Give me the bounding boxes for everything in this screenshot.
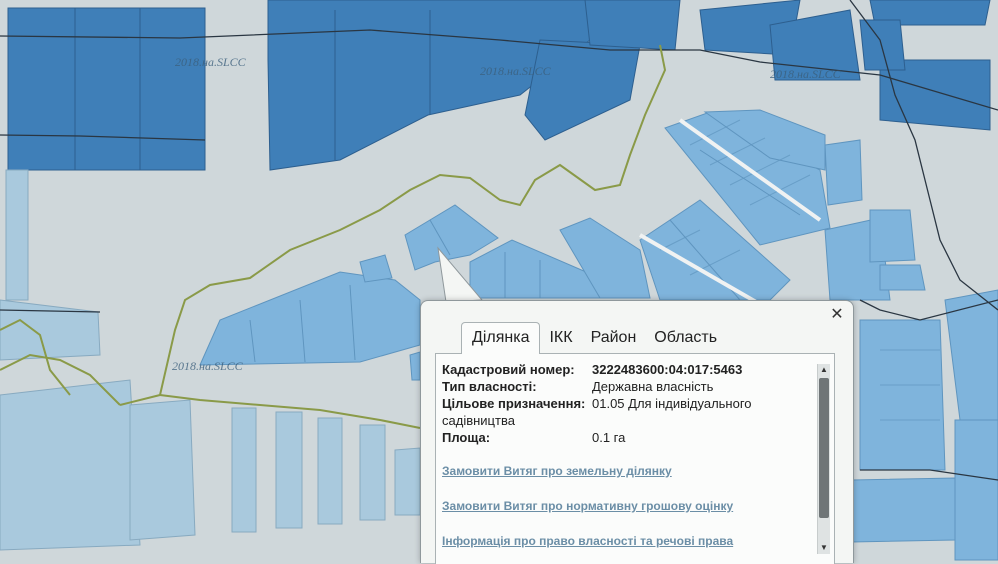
attr-value: 0.1 га xyxy=(592,430,626,445)
attr-row-purpose: Цільове призначення: 01.05 Для індивідуа… xyxy=(442,395,812,412)
tab-parcel[interactable]: Ділянка xyxy=(461,322,541,354)
watermark-label: 2018.на.SLCC xyxy=(175,55,247,69)
order-valuation-extract-link[interactable]: Замовити Витяг про нормативну грошову оц… xyxy=(442,499,733,513)
close-icon[interactable]: ✕ xyxy=(829,307,845,323)
ownership-info-link[interactable]: Інформація про право власності та речові… xyxy=(442,534,733,548)
attr-row-purpose-continued: садівництва xyxy=(442,412,812,429)
attr-row-ownership-type: Тип власності: Державна власність xyxy=(442,378,812,395)
attr-value: 3222483600:04:017:5463 xyxy=(592,362,743,377)
parcel-info-popup: ✕ Ділянка ІКК Район Область Кадастровий … xyxy=(420,300,854,564)
attr-label: Тип власності: xyxy=(442,379,537,394)
attr-label: Площа: xyxy=(442,430,491,445)
popup-links: Замовити Витяг про земельну ділянку Замо… xyxy=(442,464,733,564)
attr-row-area: Площа: 0.1 га xyxy=(442,429,812,446)
tab-district[interactable]: Район xyxy=(582,324,646,353)
attr-row-cadastral-number: Кадастровий номер: 3222483600:04:017:546… xyxy=(442,361,812,378)
tab-ikk[interactable]: ІКК xyxy=(540,324,581,353)
order-parcel-extract-link[interactable]: Замовити Витяг про земельну ділянку xyxy=(442,464,733,478)
scroll-up-icon[interactable]: ▲ xyxy=(818,364,830,376)
attr-label: Цільове призначення: xyxy=(442,396,586,411)
watermark-label: 2018.на.SLCC xyxy=(480,64,552,78)
parcel-attributes: Кадастровий номер: 3222483600:04:017:546… xyxy=(442,361,812,446)
popup-tabs: Ділянка ІКК Район Область xyxy=(461,322,726,354)
watermark-label: 2018.на.SLCC xyxy=(172,359,244,373)
scroll-thumb[interactable] xyxy=(819,378,829,518)
popup-content: Кадастровий номер: 3222483600:04:017:546… xyxy=(435,353,835,564)
watermark-label: 2018.на.SLCC xyxy=(770,67,842,81)
attr-value: 01.05 Для індивідуального xyxy=(592,396,752,411)
attr-value: садівництва xyxy=(442,413,515,428)
attr-value: Державна власність xyxy=(592,379,714,394)
scroll-down-icon[interactable]: ▼ xyxy=(818,542,830,554)
attr-label: Кадастровий номер: xyxy=(442,362,575,377)
tab-region[interactable]: Область xyxy=(645,324,726,353)
popup-scrollbar[interactable]: ▲ ▼ xyxy=(817,364,830,554)
